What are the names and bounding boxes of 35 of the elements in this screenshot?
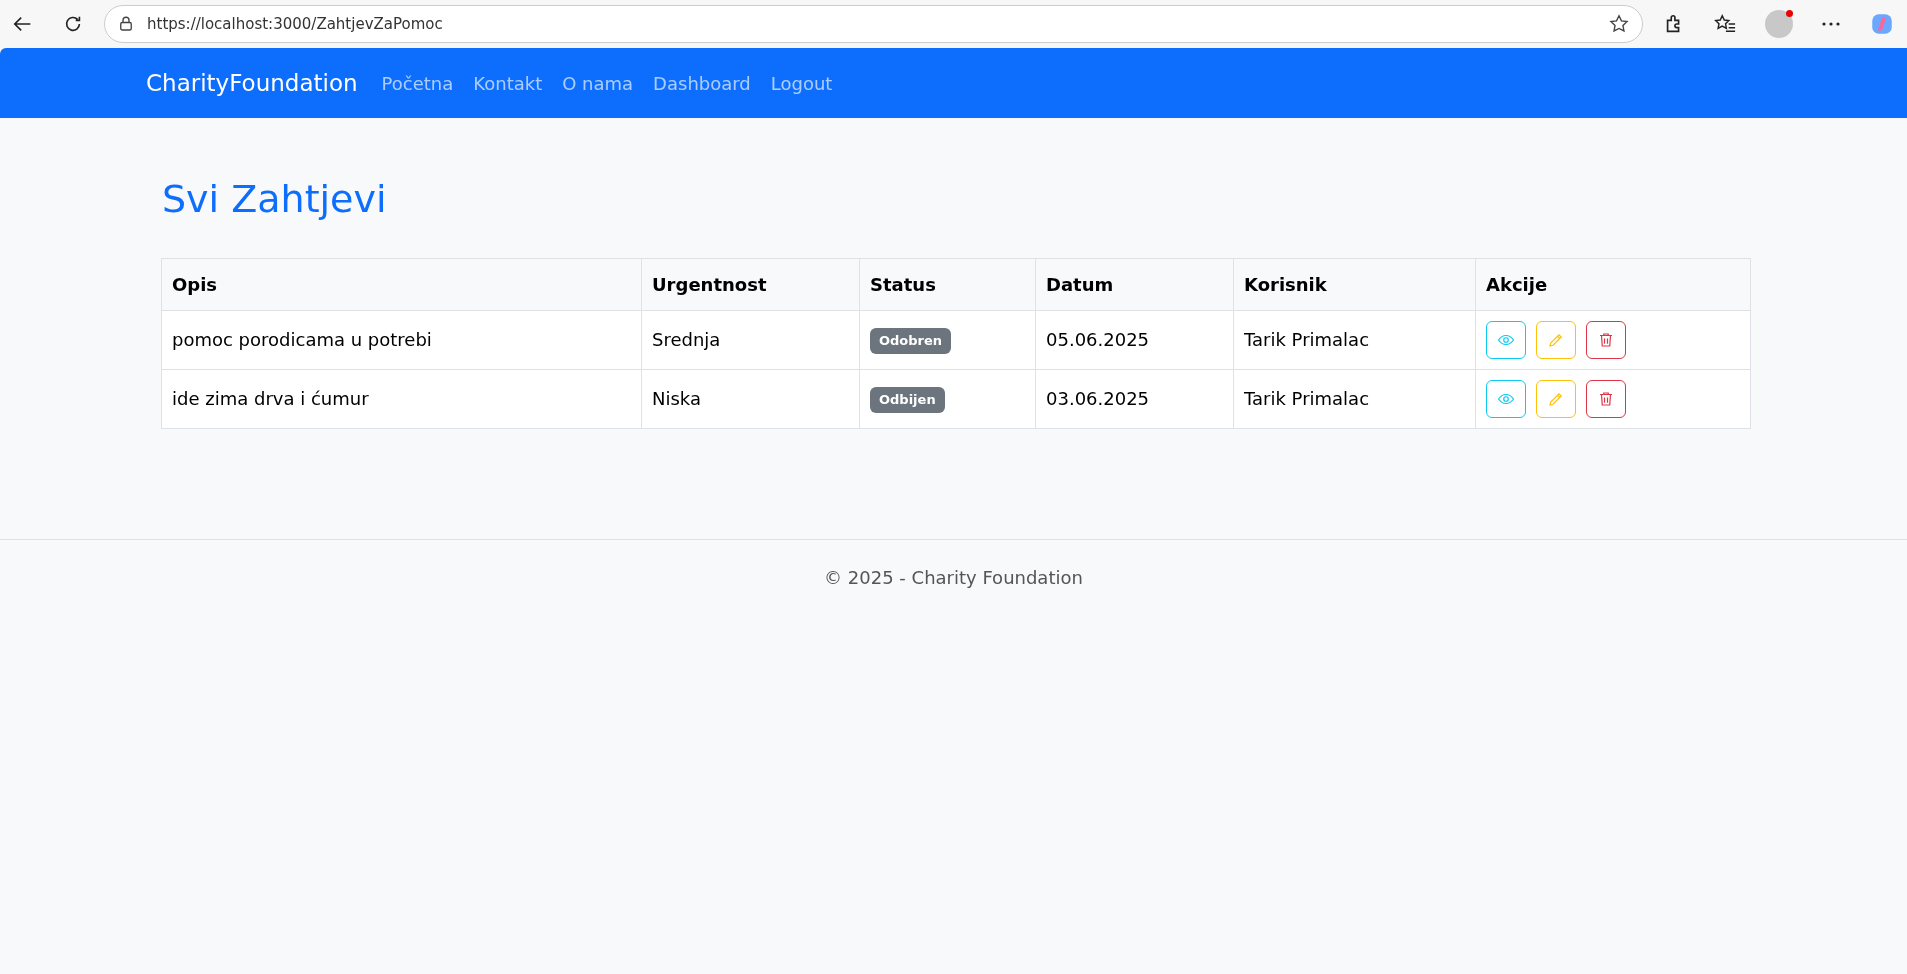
profile-avatar[interactable]	[1765, 10, 1793, 38]
table-cell: ide zima drva i ćumur	[161, 369, 642, 428]
column-header: Opis	[161, 258, 642, 310]
table-cell: 05.06.2025	[1035, 310, 1234, 369]
nav-link[interactable]: O nama	[562, 69, 634, 97]
delete-button[interactable]	[1586, 379, 1626, 418]
url-text: https://localhost:3000/ZahtjevZaPomoc	[147, 13, 444, 35]
address-bar[interactable]: https://localhost:3000/ZahtjevZaPomoc	[104, 5, 1643, 43]
lock-icon[interactable]	[117, 15, 135, 33]
column-header: Akcije	[1475, 258, 1751, 310]
footer-text: © 2025 - Charity Foundation	[824, 566, 1083, 588]
column-header: Urgentnost	[641, 258, 860, 310]
status-badge: Odbijen	[870, 387, 945, 413]
star-icon[interactable]	[1608, 13, 1630, 35]
trash-icon	[1597, 330, 1615, 349]
more-icon[interactable]	[1821, 21, 1841, 27]
table-cell: pomoc porodicama u potrebi	[161, 310, 642, 369]
delete-button[interactable]	[1586, 320, 1626, 359]
status-badge: Odobren	[870, 328, 952, 354]
table-cell: Srednja	[641, 310, 860, 369]
column-header: Status	[859, 258, 1036, 310]
nav-link[interactable]: Dashboard	[653, 69, 751, 97]
nav-link[interactable]: Kontakt	[473, 69, 543, 97]
brand-link[interactable]: CharityFoundation	[146, 65, 358, 101]
table-cell: 03.06.2025	[1035, 369, 1234, 428]
table-cell: Niska	[641, 369, 860, 428]
column-header: Datum	[1035, 258, 1234, 310]
nav-link[interactable]: Logout	[770, 69, 833, 97]
nav-link[interactable]: Početna	[381, 69, 454, 97]
favorites-icon[interactable]	[1713, 13, 1737, 35]
page-title: Svi Zahtjevi	[162, 176, 388, 223]
table-cell: Tarik Primalac	[1233, 310, 1476, 369]
table-cell: Tarik Primalac	[1233, 369, 1476, 428]
column-header: Korisnik	[1233, 258, 1476, 310]
trash-icon	[1597, 389, 1615, 408]
